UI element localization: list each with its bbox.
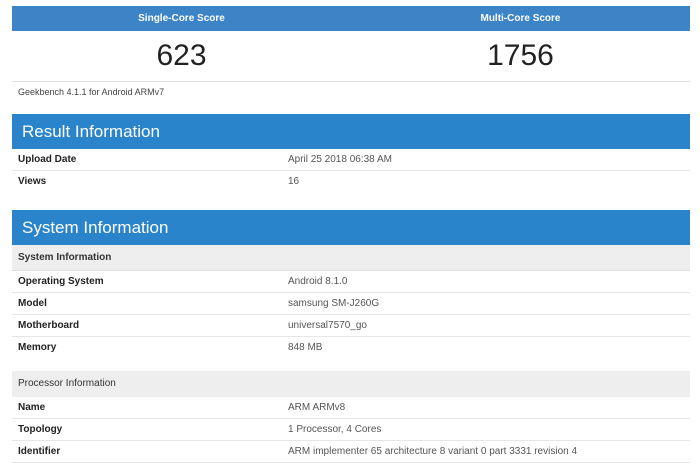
row-key: Memory [18,342,57,353]
row-value: ARM implementer 65 architecture 8 varian… [288,446,578,457]
table-row: Operating System Android 8.1.0 [12,271,690,293]
system-information-header: System Information [12,210,690,245]
single-core-label: Single-Core Score [138,13,225,24]
table-row: Name ARM ARMv8 [12,397,690,419]
table-row: Topology 1 Processor, 4 Cores [12,419,690,441]
result-information-header: Result Information [12,114,690,149]
row-key: Views [18,176,47,187]
row-key: Topology [18,424,63,435]
row-value: Android 8.1.0 [288,276,348,287]
row-value: 848 MB [288,342,323,353]
row-key: Name [18,402,46,413]
row-key: Upload Date [18,154,77,165]
row-value: April 25 2018 06:38 AM [288,154,392,165]
row-value: samsung SM-J260G [288,298,380,309]
row-key: Model [18,298,47,309]
row-key: Motherboard [18,320,80,331]
table-row: Views 16 [12,171,690,193]
row-value: 1 Processor, 4 Cores [288,424,382,435]
table-row: Motherboard universal7570_go [12,315,690,337]
row-value: ARM ARMv8 [288,402,346,413]
row-key: Operating System [18,276,104,287]
table-row: Identifier ARM implementer 65 architectu… [12,441,690,463]
table-row: Model samsung SM-J260G [12,293,690,315]
score-values: 623 1756 [12,31,690,82]
multi-core-score: 1756 [487,39,554,72]
multi-core-label: Multi-Core Score [480,13,561,24]
row-value: 16 [288,176,300,187]
score-header: Single-Core Score Multi-Core Score [12,6,690,31]
table-row: Upload Date April 25 2018 06:38 AM [12,149,690,171]
row-value: universal7570_go [288,320,367,331]
single-core-score: 623 [156,39,207,72]
table-row: Memory 848 MB [12,337,690,359]
benchmark-version: Geekbench 4.1.1 for Android ARMv7 [18,87,165,97]
row-key: Identifier [18,446,61,457]
geekbench-result-page: Single-Core Score Multi-Core Score 623 1… [12,6,690,463]
system-information-subheader: System Information [12,245,690,271]
processor-information-subheader: Processor Information [12,371,690,397]
